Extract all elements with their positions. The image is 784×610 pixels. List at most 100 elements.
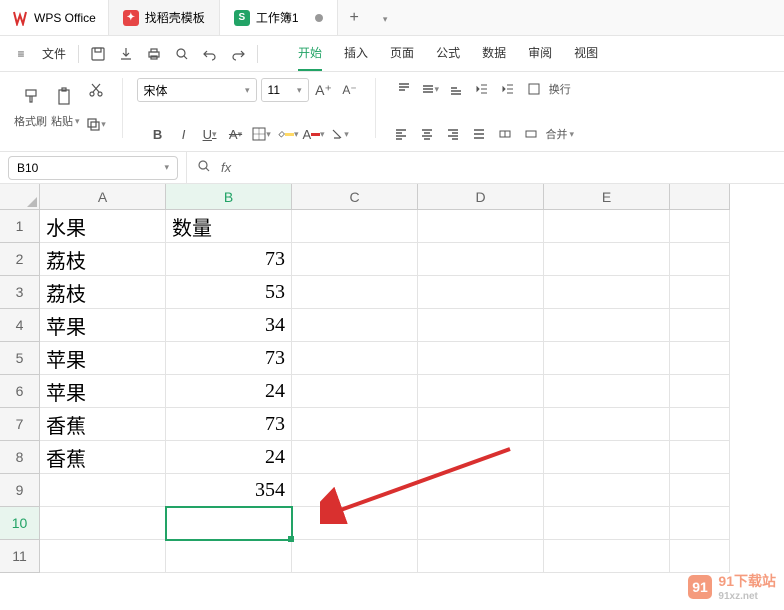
- cell-D9[interactable]: [418, 474, 544, 507]
- cell-F1[interactable]: [670, 210, 730, 243]
- align-bottom-icon[interactable]: [445, 78, 467, 100]
- tab-menu-button[interactable]: ▾: [371, 9, 400, 27]
- cell-E3[interactable]: [544, 276, 670, 309]
- cell-F11[interactable]: [670, 540, 730, 573]
- tab-insert[interactable]: 插入: [344, 36, 368, 71]
- fx-label[interactable]: fx: [221, 160, 231, 175]
- cell-B4[interactable]: 34: [166, 309, 292, 342]
- cell-E8[interactable]: [544, 441, 670, 474]
- cell-B1[interactable]: 数量: [166, 210, 292, 243]
- cell-F10[interactable]: [670, 507, 730, 540]
- merge-label[interactable]: 合并▾: [546, 126, 575, 142]
- undo-icon[interactable]: [197, 41, 223, 67]
- row-header-11[interactable]: 11: [0, 540, 40, 573]
- row-header-3[interactable]: 3: [0, 276, 40, 309]
- merge-cells-button[interactable]: [520, 123, 542, 145]
- row-header-10[interactable]: 10: [0, 507, 40, 540]
- cell-D3[interactable]: [418, 276, 544, 309]
- export-icon[interactable]: [113, 41, 139, 67]
- cell-D1[interactable]: [418, 210, 544, 243]
- paste-label[interactable]: 粘贴▾: [51, 113, 80, 129]
- select-all-corner[interactable]: [0, 184, 40, 210]
- cell-F6[interactable]: [670, 375, 730, 408]
- cell-B10[interactable]: [166, 507, 292, 540]
- col-header-E[interactable]: E: [544, 184, 670, 210]
- cell-F2[interactable]: [670, 243, 730, 276]
- cell-E9[interactable]: [544, 474, 670, 507]
- italic-button[interactable]: I: [173, 123, 195, 145]
- cell-D2[interactable]: [418, 243, 544, 276]
- wrap-label[interactable]: 换行: [549, 81, 571, 97]
- save-icon[interactable]: [85, 41, 111, 67]
- cell-F7[interactable]: [670, 408, 730, 441]
- chevron-down-icon[interactable]: ▾: [164, 162, 169, 173]
- tab-data[interactable]: 数据: [482, 36, 506, 71]
- cell-B2[interactable]: 73: [166, 243, 292, 276]
- col-header-A[interactable]: A: [40, 184, 166, 210]
- cell-C5[interactable]: [292, 342, 418, 375]
- copy-icon[interactable]: ▾: [84, 112, 108, 136]
- align-top-icon[interactable]: [393, 78, 415, 100]
- cell-A5[interactable]: 苹果: [40, 342, 166, 375]
- cell-A2[interactable]: 荔枝: [40, 243, 166, 276]
- strikethrough-button[interactable]: A▾: [225, 123, 247, 145]
- font-color-button[interactable]: A▾: [303, 123, 325, 145]
- tab-page[interactable]: 页面: [390, 36, 414, 71]
- cell-A9[interactable]: [40, 474, 166, 507]
- cell-F8[interactable]: [670, 441, 730, 474]
- row-header-9[interactable]: 9: [0, 474, 40, 507]
- cell-E11[interactable]: [544, 540, 670, 573]
- underline-button[interactable]: U▾: [199, 123, 221, 145]
- cell-E1[interactable]: [544, 210, 670, 243]
- cell-B5[interactable]: 73: [166, 342, 292, 375]
- tab-home[interactable]: 开始: [298, 36, 322, 71]
- cell-C1[interactable]: [292, 210, 418, 243]
- increase-indent-icon[interactable]: [497, 78, 519, 100]
- cell-C3[interactable]: [292, 276, 418, 309]
- cell-D5[interactable]: [418, 342, 544, 375]
- col-header-F[interactable]: [670, 184, 730, 210]
- font-size-select[interactable]: 11▾: [261, 78, 309, 102]
- cell-B9[interactable]: 354: [166, 474, 292, 507]
- row-header-6[interactable]: 6: [0, 375, 40, 408]
- cell-F4[interactable]: [670, 309, 730, 342]
- tab-review[interactable]: 审阅: [528, 36, 552, 71]
- cell-C2[interactable]: [292, 243, 418, 276]
- cell-E6[interactable]: [544, 375, 670, 408]
- clear-format-button[interactable]: ▾: [329, 123, 351, 145]
- cell-C10[interactable]: [292, 507, 418, 540]
- align-middle-icon[interactable]: ▾: [419, 78, 441, 100]
- cell-E4[interactable]: [544, 309, 670, 342]
- align-left-icon[interactable]: [390, 123, 412, 145]
- fill-color-button[interactable]: ▾: [277, 123, 299, 145]
- cell-D6[interactable]: [418, 375, 544, 408]
- decrease-font-icon[interactable]: A⁻: [339, 79, 361, 101]
- cell-B7[interactable]: 73: [166, 408, 292, 441]
- new-tab-button[interactable]: +: [338, 9, 371, 27]
- hamburger-icon[interactable]: ≡: [8, 41, 34, 67]
- row-header-4[interactable]: 4: [0, 309, 40, 342]
- border-button[interactable]: ▾: [251, 123, 273, 145]
- font-name-select[interactable]: 宋体▾: [137, 78, 257, 102]
- format-painter-icon[interactable]: [19, 85, 43, 109]
- row-header-7[interactable]: 7: [0, 408, 40, 441]
- cell-B8[interactable]: 24: [166, 441, 292, 474]
- cell-B3[interactable]: 53: [166, 276, 292, 309]
- cell-C6[interactable]: [292, 375, 418, 408]
- cell-B6[interactable]: 24: [166, 375, 292, 408]
- print-icon[interactable]: [141, 41, 167, 67]
- row-header-1[interactable]: 1: [0, 210, 40, 243]
- tab-document[interactable]: S 工作簿1: [220, 0, 338, 35]
- cell-C8[interactable]: [292, 441, 418, 474]
- col-header-D[interactable]: D: [418, 184, 544, 210]
- cell-D11[interactable]: [418, 540, 544, 573]
- align-right-icon[interactable]: [442, 123, 464, 145]
- tab-formula[interactable]: 公式: [436, 36, 460, 71]
- cell-D7[interactable]: [418, 408, 544, 441]
- cut-icon[interactable]: [84, 78, 108, 102]
- align-center-icon[interactable]: [416, 123, 438, 145]
- cell-A10[interactable]: [40, 507, 166, 540]
- row-header-8[interactable]: 8: [0, 441, 40, 474]
- col-header-B[interactable]: B: [166, 184, 292, 210]
- tab-view[interactable]: 视图: [574, 36, 598, 71]
